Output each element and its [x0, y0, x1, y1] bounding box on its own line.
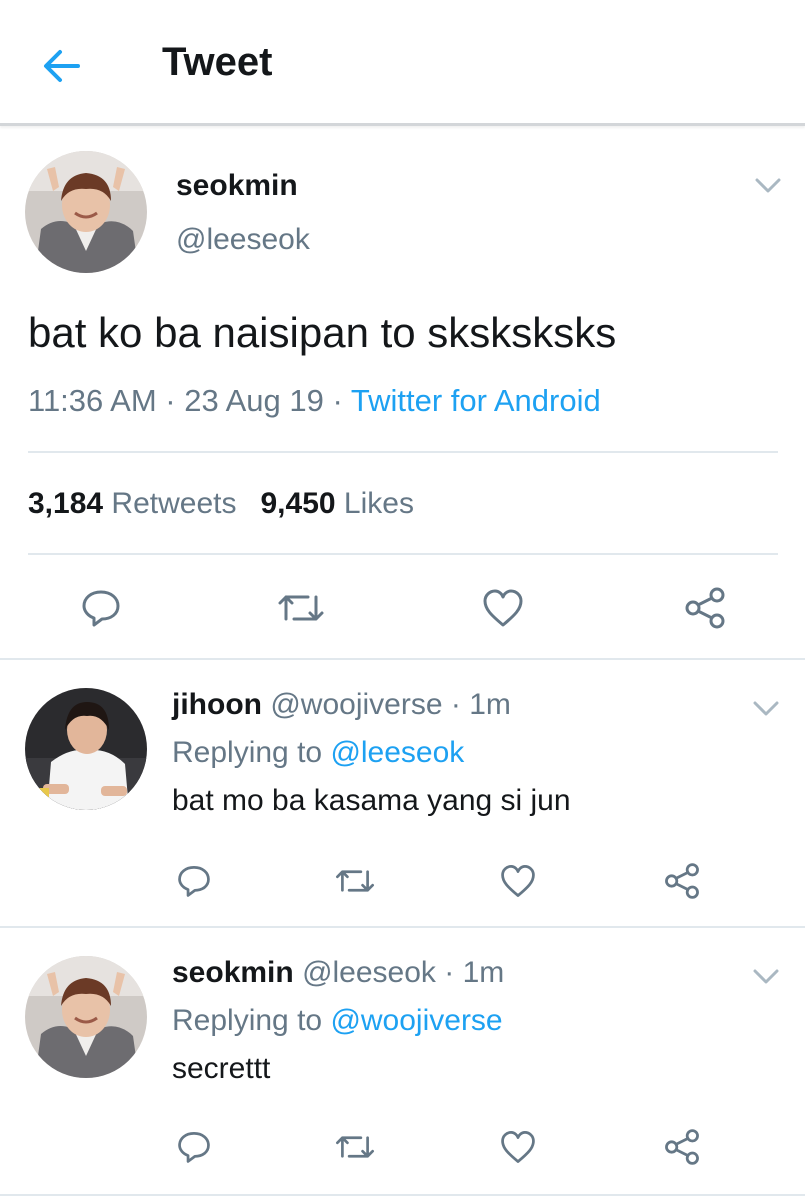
display-name[interactable]: seokmin: [172, 956, 294, 989]
tweet-source-link[interactable]: Twitter for Android: [351, 383, 601, 418]
separator: ·: [156, 383, 185, 418]
like-icon[interactable]: [499, 1129, 537, 1165]
separator: ·: [323, 383, 351, 418]
back-button[interactable]: [40, 44, 84, 88]
main-tweet: seokmin @leeseok bat ko ba naisipan to s…: [0, 129, 805, 660]
reply-icon[interactable]: [176, 864, 212, 898]
user-handle[interactable]: @woojiverse: [270, 688, 442, 721]
reply-tweet[interactable]: jihoon @woojiverse · 1m Replying to @lee…: [0, 660, 805, 928]
chevron-down-icon[interactable]: [752, 968, 780, 986]
display-name[interactable]: seokmin: [176, 169, 298, 203]
mention-link[interactable]: @leeseok: [330, 736, 464, 769]
like-icon[interactable]: [499, 863, 537, 899]
user-handle[interactable]: @leeseok: [302, 956, 436, 989]
replying-to: Replying to @woojiverse: [172, 1004, 503, 1038]
reply-text: secrettt: [172, 1052, 271, 1085]
tweet-meta: 11:36 AM · 23 Aug 19 · Twitter for Andro…: [28, 383, 601, 419]
display-name[interactable]: jihoon: [172, 688, 262, 721]
avatar[interactable]: [25, 151, 147, 273]
reply-time: 1m: [462, 956, 505, 989]
reply-header: seokmin @leeseok · 1m: [172, 956, 504, 990]
retweets-stat[interactable]: 3,184 Retweets: [28, 487, 236, 520]
tweet-stats: 3,184 Retweets 9,450 Likes: [28, 487, 414, 521]
mention-link[interactable]: @woojiverse: [330, 1004, 502, 1037]
page-title: Tweet: [162, 40, 273, 84]
likes-stat[interactable]: 9,450 Likes: [260, 487, 413, 520]
reply-icon[interactable]: [176, 1130, 212, 1164]
top-bar: Tweet: [0, 0, 805, 126]
replying-to-label: Replying to: [172, 1004, 331, 1037]
separator: ·: [435, 956, 463, 989]
share-icon[interactable]: [663, 1128, 701, 1166]
retweet-icon[interactable]: [276, 589, 326, 627]
arrow-left-icon: [44, 50, 80, 82]
reply-tweet[interactable]: seokmin @leeseok · 1m Replying to @wooji…: [0, 928, 805, 1196]
likes-count: 9,450: [260, 487, 336, 520]
divider: [28, 553, 778, 555]
divider: [28, 451, 778, 453]
chevron-down-icon[interactable]: [754, 177, 782, 195]
tweet-time: 11:36 AM: [28, 383, 157, 418]
likes-label: Likes: [343, 487, 414, 520]
share-icon[interactable]: [683, 586, 727, 630]
like-icon[interactable]: [481, 587, 525, 629]
replying-to: Replying to @leeseok: [172, 736, 464, 770]
share-icon[interactable]: [663, 862, 701, 900]
chevron-down-icon[interactable]: [752, 700, 780, 718]
retweets-label: Retweets: [111, 487, 237, 520]
tweet-text: bat ko ba naisipan to sksksksks: [28, 309, 617, 356]
retweet-icon[interactable]: [334, 865, 376, 897]
replying-to-label: Replying to: [172, 736, 331, 769]
avatar[interactable]: [25, 956, 147, 1078]
avatar[interactable]: [25, 688, 147, 810]
retweets-count: 3,184: [28, 487, 104, 520]
separator: ·: [442, 688, 470, 721]
reply-text: bat mo ba kasama yang si jun: [172, 784, 571, 817]
reply-icon[interactable]: [80, 588, 122, 628]
reply-time: 1m: [469, 688, 511, 721]
tweet-date: 23 Aug 19: [184, 383, 324, 418]
retweet-icon[interactable]: [334, 1131, 376, 1163]
reply-header: jihoon @woojiverse · 1m: [172, 688, 511, 722]
user-handle[interactable]: @leeseok: [176, 223, 310, 257]
